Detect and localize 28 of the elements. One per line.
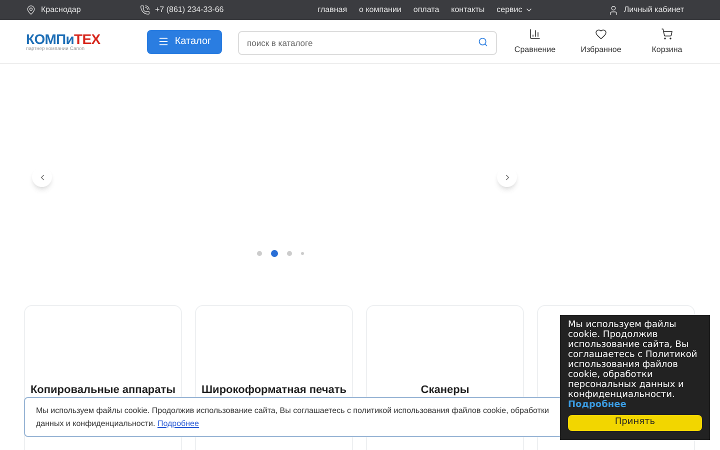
phone-number[interactable]: +7 (861) 234-33-66 (155, 4, 224, 16)
nav-link[interactable]: о компании (359, 4, 402, 16)
catalog-button[interactable]: Каталог (147, 30, 222, 54)
city-link[interactable]: Краснодар (41, 4, 81, 16)
map-pin-icon (26, 5, 36, 15)
header-action-link[interactable]: Корзина (652, 44, 682, 56)
user-icon (608, 4, 619, 16)
search-field[interactable]: поиск в каталоге (238, 30, 497, 54)
chevron-down-icon (525, 6, 534, 14)
account-link[interactable]: Личный кабинет (624, 4, 684, 16)
nav-link[interactable]: оплата (413, 4, 440, 16)
category-title: Сканеры (420, 383, 470, 398)
nav-link[interactable]: главная (318, 4, 348, 16)
menu-icon (158, 36, 169, 47)
cookie-popup-text: Мы используем файлы cookie. Продолжив использование сайта, Вы соглашаетесь с Политикой использования файлов cookie, обработки персональных данных и конфиденциальности. Подробнее (568, 320, 698, 410)
more-info-link[interactable]: Подробнее (568, 400, 626, 410)
header-action-link[interactable]: Сравнение (514, 44, 556, 56)
category-title: Широкоформатная печать (202, 383, 346, 398)
header-action-link[interactable]: Избранное (580, 44, 622, 56)
nav-link[interactable]: контакты (451, 4, 485, 16)
category-title: Копировальные аппараты (30, 383, 176, 398)
heart-icon[interactable] (595, 28, 607, 40)
bar-chart-icon[interactable] (529, 28, 541, 40)
search-icon[interactable] (478, 36, 488, 46)
cart-icon[interactable] (661, 28, 673, 40)
nav-link[interactable]: сервис (496, 4, 522, 16)
phone-icon (140, 5, 150, 15)
accept-button[interactable]: Принять (568, 415, 702, 431)
